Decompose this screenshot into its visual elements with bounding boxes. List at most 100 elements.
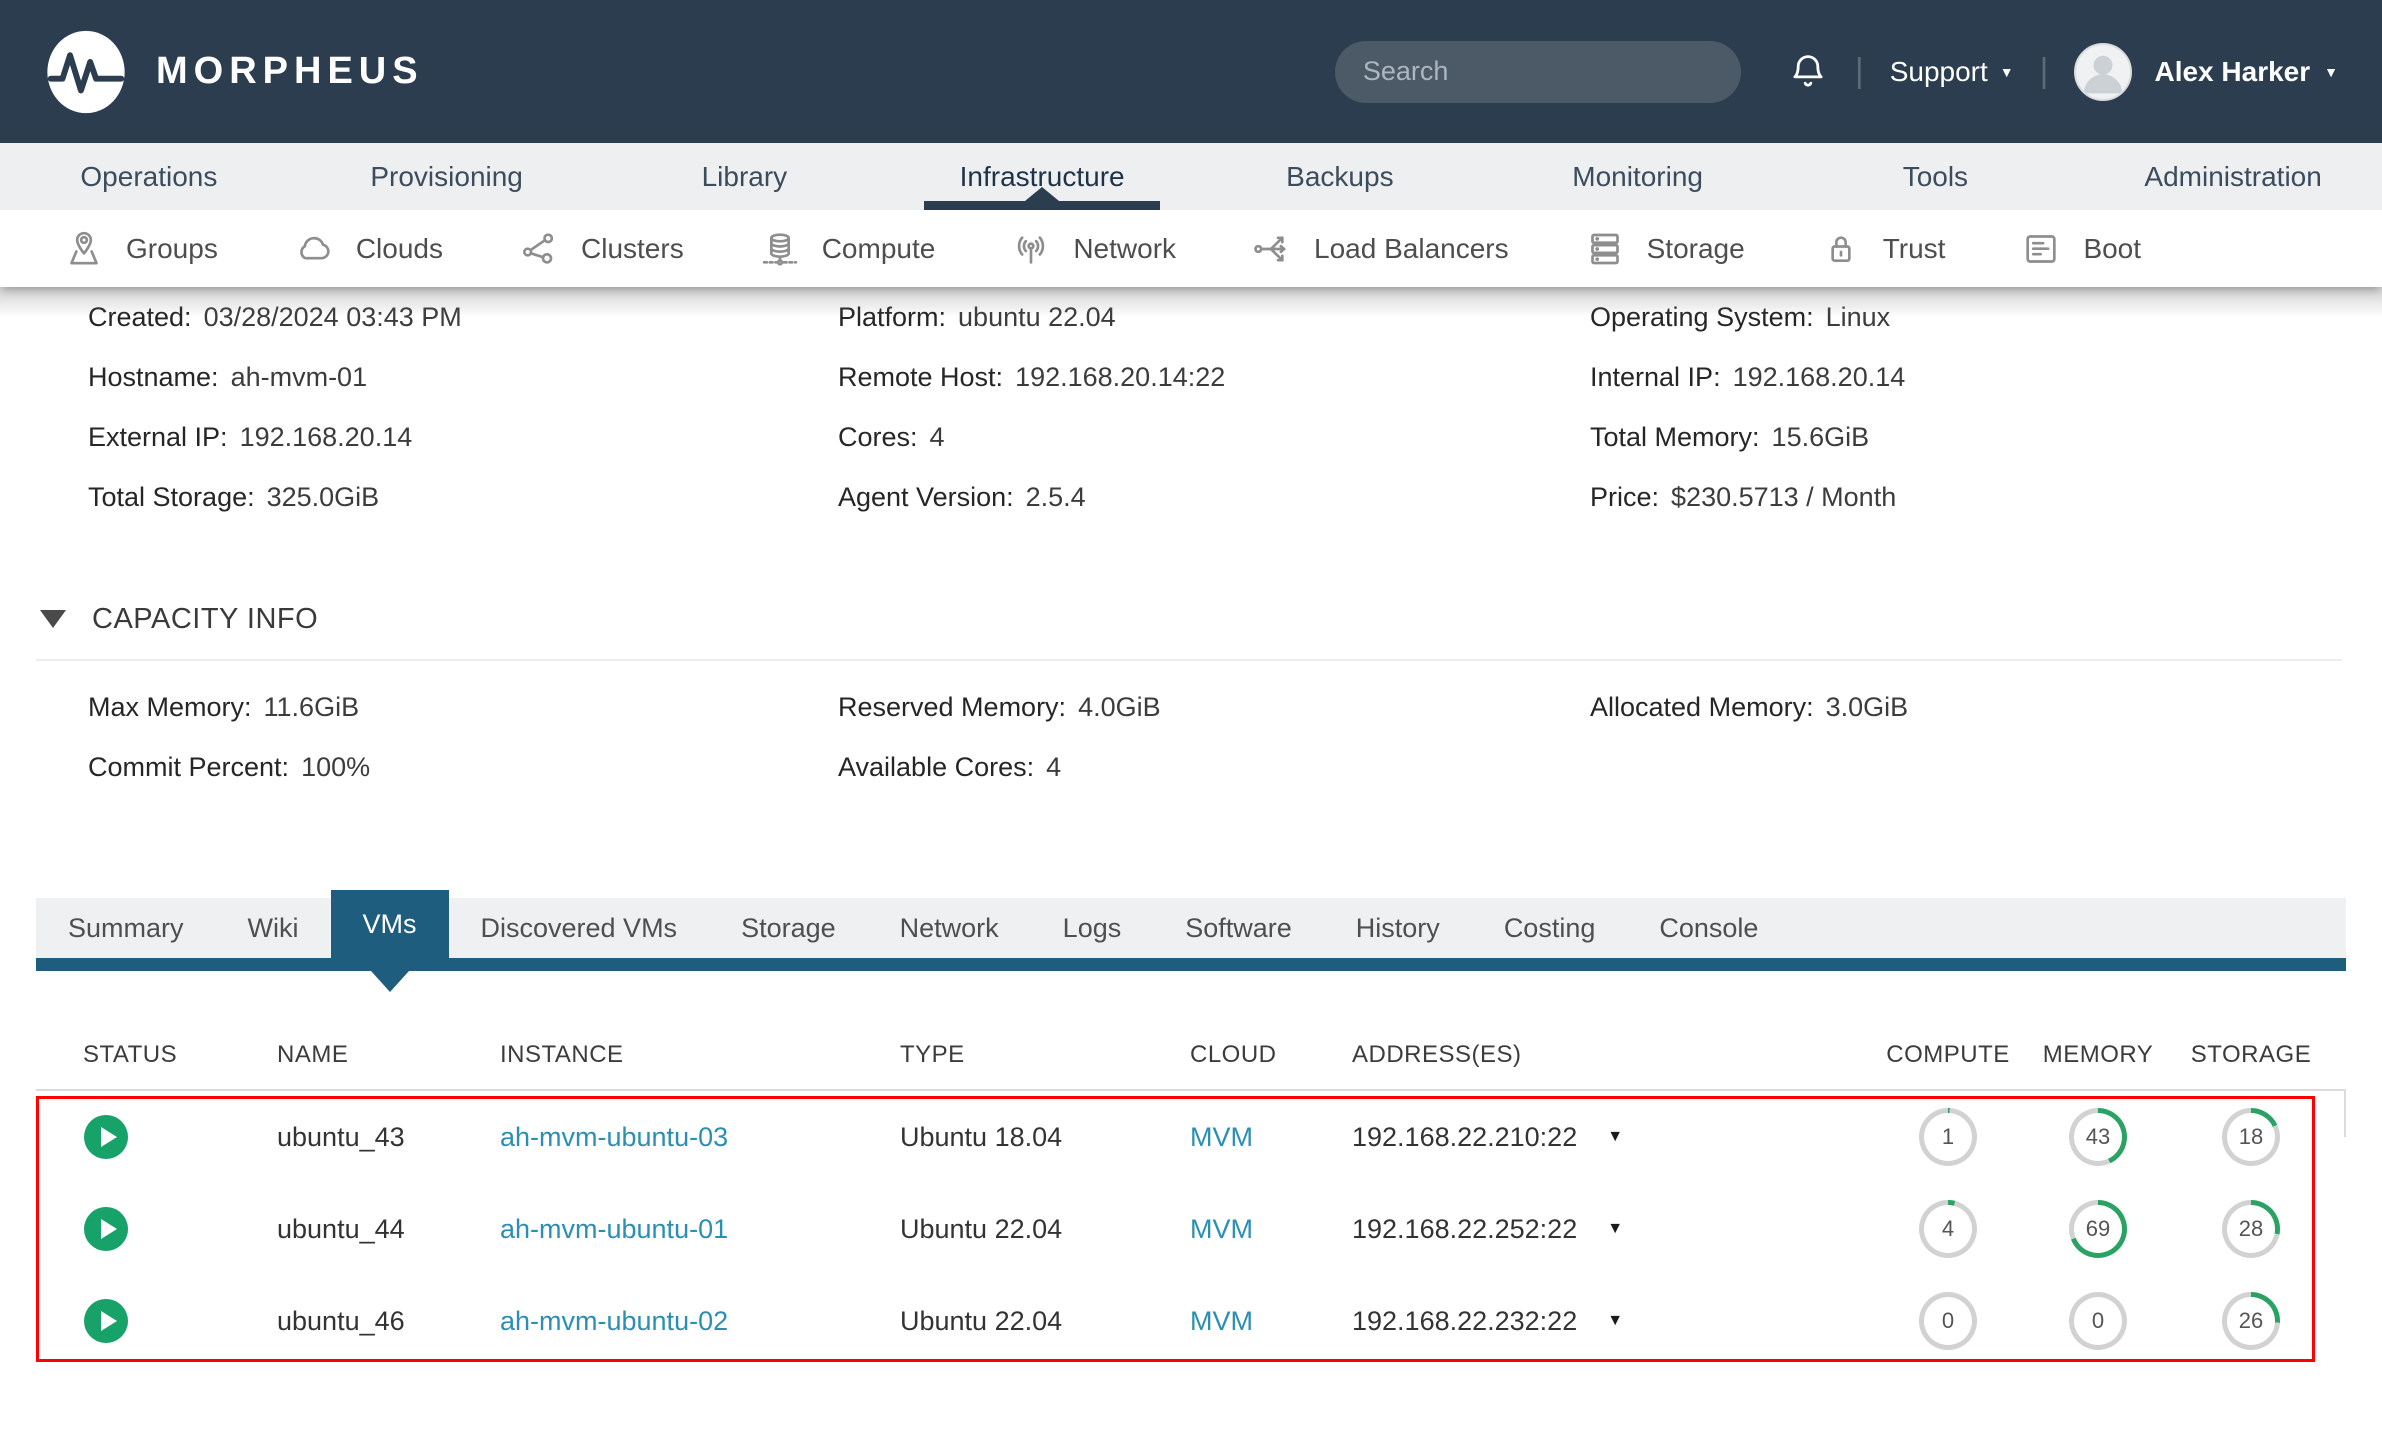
morpheus-logo-icon[interactable]: [44, 27, 128, 117]
subnav-item-groups[interactable]: Groups: [64, 229, 218, 269]
nav-item-infrastructure[interactable]: Infrastructure: [893, 143, 1191, 210]
capacity-row: Commit Percent:100% Available Cores:4: [88, 737, 2382, 797]
address-dropdown[interactable]: 192.168.22.252:22 ▼: [1352, 1214, 1873, 1245]
divider: |: [2040, 52, 2049, 91]
subnav-item-load-balancers[interactable]: Load Balancers: [1252, 229, 1509, 269]
nav-item-monitoring[interactable]: Monitoring: [1489, 143, 1787, 210]
status-running-icon: [84, 1115, 128, 1159]
col-header-status: STATUS: [83, 1041, 277, 1069]
subnav-item-compute[interactable]: Compute: [760, 229, 936, 269]
instance-link[interactable]: ah-mvm-ubuntu-03: [500, 1122, 728, 1152]
vm-type: Ubuntu 22.04: [900, 1306, 1190, 1337]
tab-logs[interactable]: Logs: [1031, 898, 1154, 958]
divider: |: [1855, 52, 1864, 91]
capacity-info-title: CAPACITY INFO: [92, 603, 318, 636]
search-input[interactable]: [1361, 55, 1719, 88]
vm-type: Ubuntu 18.04: [900, 1122, 1190, 1153]
tab-summary[interactable]: Summary: [36, 898, 216, 958]
support-menu[interactable]: Support ▼: [1890, 56, 2014, 88]
top-bar: MORPHEUS | Support ▼ | Alex Harker ▼: [0, 0, 2382, 143]
remote-host-field: Remote Host:192.168.20.14:22: [838, 362, 1590, 393]
tab-history[interactable]: History: [1324, 898, 1472, 958]
max-memory-field: Max Memory:11.6GiB: [88, 692, 838, 723]
chevron-down-icon: ▼: [1607, 1313, 1623, 1329]
tab-wiki[interactable]: Wiki: [216, 898, 331, 958]
user-name[interactable]: Alex Harker ▼: [2154, 56, 2338, 88]
internal-ip-field: Internal IP:192.168.20.14: [1590, 362, 2382, 393]
compute-gauge: 4: [1919, 1200, 1977, 1258]
instance-link[interactable]: ah-mvm-ubuntu-02: [500, 1306, 728, 1336]
subnav-item-clusters[interactable]: Clusters: [519, 229, 684, 269]
lock-icon: [1821, 229, 1861, 269]
subnav-item-network[interactable]: Network: [1011, 229, 1176, 269]
tab-costing[interactable]: Costing: [1472, 898, 1628, 958]
detail-row: Hostname:ah-mvm-01 Remote Host:192.168.2…: [88, 347, 2382, 407]
nav-item-tools[interactable]: Tools: [1787, 143, 2085, 210]
vm-name: ubuntu_43: [277, 1122, 500, 1153]
detail-tabs: Summary Wiki VMs Discovered VMs Storage …: [36, 890, 2346, 958]
database-icon: [760, 229, 800, 269]
vm-type: Ubuntu 22.04: [900, 1214, 1190, 1245]
brand-name[interactable]: MORPHEUS: [156, 50, 424, 93]
operating-system-field: Operating System:Linux: [1590, 302, 2382, 333]
storage-rack-icon: [1585, 229, 1625, 269]
cloud-link[interactable]: MVM: [1190, 1214, 1253, 1244]
agent-version-field: Agent Version:2.5.4: [838, 482, 1590, 513]
nav-item-library[interactable]: Library: [596, 143, 894, 210]
subnav-item-boot[interactable]: Boot: [2021, 229, 2141, 269]
table-row: ubuntu_44 ah-mvm-ubuntu-01 Ubuntu 22.04 …: [36, 1183, 2346, 1275]
tab-vms[interactable]: VMs: [331, 890, 449, 958]
vm-name: ubuntu_46: [277, 1306, 500, 1337]
boot-list-icon: [2021, 229, 2061, 269]
nav-item-backups[interactable]: Backups: [1191, 143, 1489, 210]
compute-gauge: 0: [1919, 1292, 1977, 1350]
collapse-triangle-icon: [40, 610, 66, 628]
capacity-info-header[interactable]: CAPACITY INFO: [40, 597, 2382, 641]
notifications-bell-icon[interactable]: [1787, 51, 1829, 93]
cloud-link[interactable]: MVM: [1190, 1122, 1253, 1152]
external-ip-field: External IP:192.168.20.14: [88, 422, 838, 453]
nav-item-operations[interactable]: Operations: [0, 143, 298, 210]
antenna-icon: [1011, 229, 1051, 269]
vm-name: ubuntu_44: [277, 1214, 500, 1245]
tab-discovered-vms[interactable]: Discovered VMs: [449, 898, 710, 958]
chevron-down-icon: ▼: [2000, 65, 2014, 79]
col-header-memory: MEMORY: [2023, 1041, 2173, 1069]
price-field: Price:$230.5713 / Month: [1590, 482, 2382, 513]
available-cores-field: Available Cores:4: [838, 752, 1590, 783]
nav-item-provisioning[interactable]: Provisioning: [298, 143, 596, 210]
map-pin-icon: [64, 229, 104, 269]
active-nav-indicator: [924, 201, 1160, 210]
capacity-info-body: Max Memory:11.6GiB Reserved Memory:4.0Gi…: [88, 661, 2382, 797]
subnav-item-trust[interactable]: Trust: [1821, 229, 1946, 269]
load-balancer-icon: [1252, 229, 1292, 269]
avatar[interactable]: [2074, 43, 2132, 101]
user-menu[interactable]: Alex Harker ▼: [2074, 43, 2338, 101]
cluster-nodes-icon: [519, 229, 559, 269]
tab-console[interactable]: Console: [1627, 898, 1790, 958]
address-dropdown[interactable]: 192.168.22.232:22 ▼: [1352, 1306, 1873, 1337]
chevron-down-icon: ▼: [2324, 65, 2338, 79]
tab-network[interactable]: Network: [868, 898, 1031, 958]
col-header-compute: COMPUTE: [1873, 1041, 2023, 1069]
memory-gauge: 69: [2069, 1200, 2127, 1258]
commit-percent-field: Commit Percent:100%: [88, 752, 838, 783]
table-row: ubuntu_46 ah-mvm-ubuntu-02 Ubuntu 22.04 …: [36, 1275, 2346, 1367]
col-header-cloud: CLOUD: [1190, 1041, 1352, 1069]
detail-row: Total Storage:325.0GiB Agent Version:2.5…: [88, 467, 2382, 527]
subnav-item-clouds[interactable]: Clouds: [294, 229, 443, 269]
tab-storage[interactable]: Storage: [709, 898, 868, 958]
instance-link[interactable]: ah-mvm-ubuntu-01: [500, 1214, 728, 1244]
host-details: Created:03/28/2024 03:43 PM Platform:ubu…: [88, 287, 2382, 527]
tab-software[interactable]: Software: [1153, 898, 1324, 958]
address-dropdown[interactable]: 192.168.22.210:22 ▼: [1352, 1122, 1873, 1153]
subnav-item-storage[interactable]: Storage: [1585, 229, 1745, 269]
cloud-link[interactable]: MVM: [1190, 1306, 1253, 1336]
infrastructure-sub-nav: Groups Clouds Clusters Compute Network: [0, 210, 2382, 287]
search-bar[interactable]: [1335, 41, 1741, 103]
status-running-icon: [84, 1207, 128, 1251]
nav-item-administration[interactable]: Administration: [2084, 143, 2382, 210]
storage-gauge: 28: [2222, 1200, 2280, 1258]
table-right-edge: [2344, 1091, 2346, 1137]
table-row: ubuntu_43 ah-mvm-ubuntu-03 Ubuntu 18.04 …: [36, 1091, 2346, 1183]
